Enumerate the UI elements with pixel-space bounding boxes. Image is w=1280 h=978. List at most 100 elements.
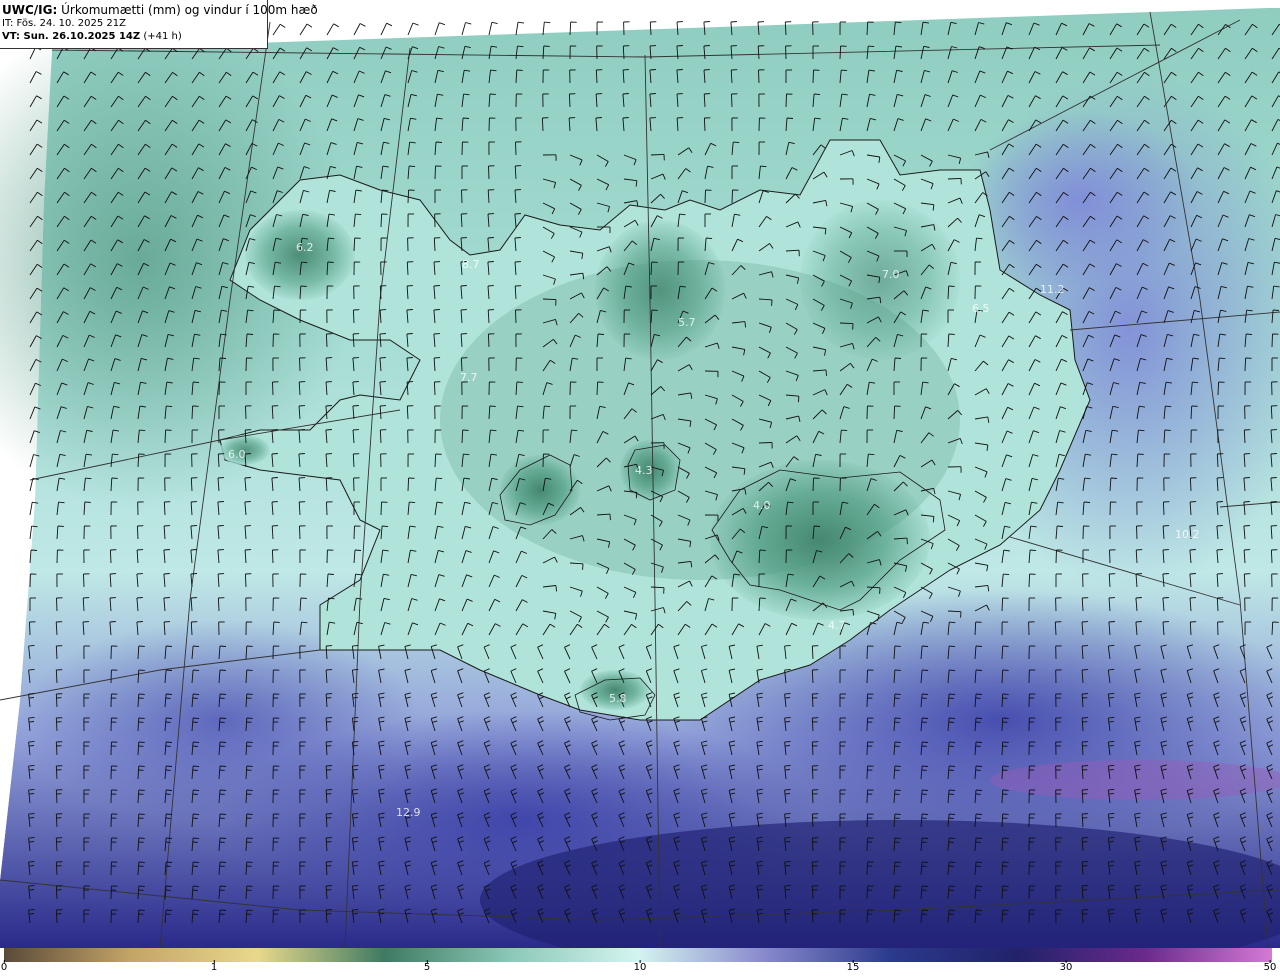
wind-barb-flag-846 xyxy=(271,453,278,455)
wind-barb-flag-1737 xyxy=(219,909,227,911)
wind-barb-flag-478 xyxy=(487,261,494,263)
precip-label-6: 4.3 xyxy=(635,464,653,477)
wind-barb-flag-1359 xyxy=(166,717,173,719)
wind-barb-flag-847 xyxy=(298,453,305,455)
wind-barb-flag-975 xyxy=(1216,501,1223,503)
wind-barb-flag-379 xyxy=(355,213,362,216)
precip-label-14: 8.7 xyxy=(462,258,480,271)
wind-barb-flag-1764 xyxy=(949,909,956,912)
wind-barb-flag-663 xyxy=(406,357,413,359)
wind-barb-flag-1206 xyxy=(1108,621,1115,623)
wind-barb-flag2-1736 xyxy=(192,913,198,915)
wind-barb-flag-1765 xyxy=(975,909,983,911)
wind-barb-flag2-1360 xyxy=(192,721,198,723)
wind-barb-flag-1387 xyxy=(922,717,929,719)
wind-barb-flag-1170 xyxy=(136,621,143,623)
wind-barb-flag-929 xyxy=(1243,477,1250,479)
wind-barb-1291 xyxy=(866,669,868,684)
wind-barb-flag-840 xyxy=(112,453,119,456)
wind-barb-913 xyxy=(812,477,815,492)
wind-barb-flag-1267 xyxy=(219,669,227,671)
wind-barb-flag-1528 xyxy=(922,789,929,791)
wind-barb-flag-333 xyxy=(382,189,389,192)
wind-barb-flag-801 xyxy=(325,429,332,431)
wind-barb-flag-1031 xyxy=(190,549,197,551)
colorbar-tick-10: 10 xyxy=(633,960,647,973)
wind-barb-334 xyxy=(407,189,410,204)
wind-barb-1074 xyxy=(83,573,85,588)
wind-barb-740 xyxy=(1217,381,1220,396)
wind-barb-988 xyxy=(299,525,301,540)
wind-barb-flag-709 xyxy=(379,381,386,383)
wind-barb-942 xyxy=(326,501,328,516)
wind-barb-flag2-1589 xyxy=(28,841,35,843)
wind-barb-flag2-1717 xyxy=(948,889,954,891)
wind-barb-flag-1549 xyxy=(219,813,227,815)
wind-barb-flag-1689 xyxy=(193,885,200,888)
wind-barb-346 xyxy=(731,189,733,204)
wind-barb-flag2-1636 xyxy=(28,865,35,867)
wind-barb-flag-1220 xyxy=(219,645,227,647)
wind-barb-flag-1481 xyxy=(922,765,929,767)
wind-barb-flag-1688 xyxy=(166,885,173,887)
wind-barb-345 xyxy=(704,189,706,204)
wind-barb-204 xyxy=(703,117,706,132)
wind-barb-flag2-1664 xyxy=(785,865,791,867)
colorbar-tick-5: 5 xyxy=(423,960,431,973)
wind-barb-flag-1312 xyxy=(166,693,173,695)
wind-barb-flag-785 xyxy=(1165,405,1172,408)
wind-barb-717 xyxy=(596,381,599,396)
wind-barb-flag-1408 xyxy=(219,741,227,743)
wind-barb-flag2-1307 xyxy=(28,697,35,699)
wind-barb-flag-678 xyxy=(825,369,827,376)
wind-barb-flag-1577 xyxy=(975,813,983,815)
wind-barb-flag2-1570 xyxy=(785,817,791,819)
wind-barb-flag-1718 xyxy=(975,885,983,887)
wind-barb-1479 xyxy=(866,765,868,780)
wind-barb-flag-708 xyxy=(352,381,359,383)
wind-barb-flag-1623 xyxy=(949,837,956,840)
wind-barb-flag2-1341 xyxy=(948,697,954,699)
precip-label-4: 6.5 xyxy=(972,302,990,315)
wind-barb-flag2-1529 xyxy=(948,793,954,795)
wind-barb-flag-1483 xyxy=(975,765,983,767)
wind-barb-flag2-1623 xyxy=(948,841,954,843)
wind-barb-flag2-1388 xyxy=(948,721,954,723)
colorbar xyxy=(4,948,1272,962)
wind-barb-927 xyxy=(1189,477,1192,492)
wind-barb-flag-1313 xyxy=(193,693,200,696)
wind-barb-1166 xyxy=(29,621,31,636)
title-row: UWC/IG: Úrkomumætti (mm) og vindur í 100… xyxy=(2,4,318,17)
wind-barb-flag-945 xyxy=(409,501,416,504)
wind-barb-flag-570 xyxy=(433,309,440,311)
wind-barb-114 xyxy=(812,69,814,84)
wind-barb-flag2-1501 xyxy=(192,793,198,795)
wind-barb-flag-56 xyxy=(517,45,524,48)
wind-barb-527 xyxy=(542,298,557,301)
wind-barb-flag-984 xyxy=(190,525,197,527)
wind-barb-flag-1219 xyxy=(193,645,200,648)
wind-barb-flag-16 xyxy=(703,21,710,23)
wind-barb-flag-1435 xyxy=(949,741,956,744)
wind-barb-flag-1030 xyxy=(163,549,170,551)
wind-barb-flag-930 xyxy=(1270,477,1277,479)
wind-barb-flag-69 xyxy=(868,45,875,48)
wind-barb-990 xyxy=(353,525,355,540)
wind-barb-flag2-1670 xyxy=(948,865,954,867)
wind-barb-flag-1022 xyxy=(1216,525,1223,527)
wind-barb-1126 xyxy=(217,597,220,612)
wind-barb-flag2-1482 xyxy=(948,769,954,771)
wind-barb-flag2-1382 xyxy=(785,721,791,723)
wind-barb-flag-892 xyxy=(244,477,251,479)
wind-barb-1620 xyxy=(866,837,868,852)
wind-barb-flag-1161 xyxy=(1162,597,1169,599)
wind-barb-flag-200 xyxy=(595,117,602,119)
interior-green xyxy=(440,260,960,580)
wind-barb-flag-702 xyxy=(193,381,200,384)
map-title: Úrkomumætti (mm) og vindur í 100m hæð xyxy=(61,3,318,17)
wind-barb-flag-1083 xyxy=(327,573,334,575)
wind-barb-flag-1078 xyxy=(190,573,197,575)
wind-barb-flag-1530 xyxy=(975,789,983,791)
wind-barb-1667 xyxy=(866,861,868,876)
wind-barb-flag2-1595 xyxy=(192,841,198,843)
